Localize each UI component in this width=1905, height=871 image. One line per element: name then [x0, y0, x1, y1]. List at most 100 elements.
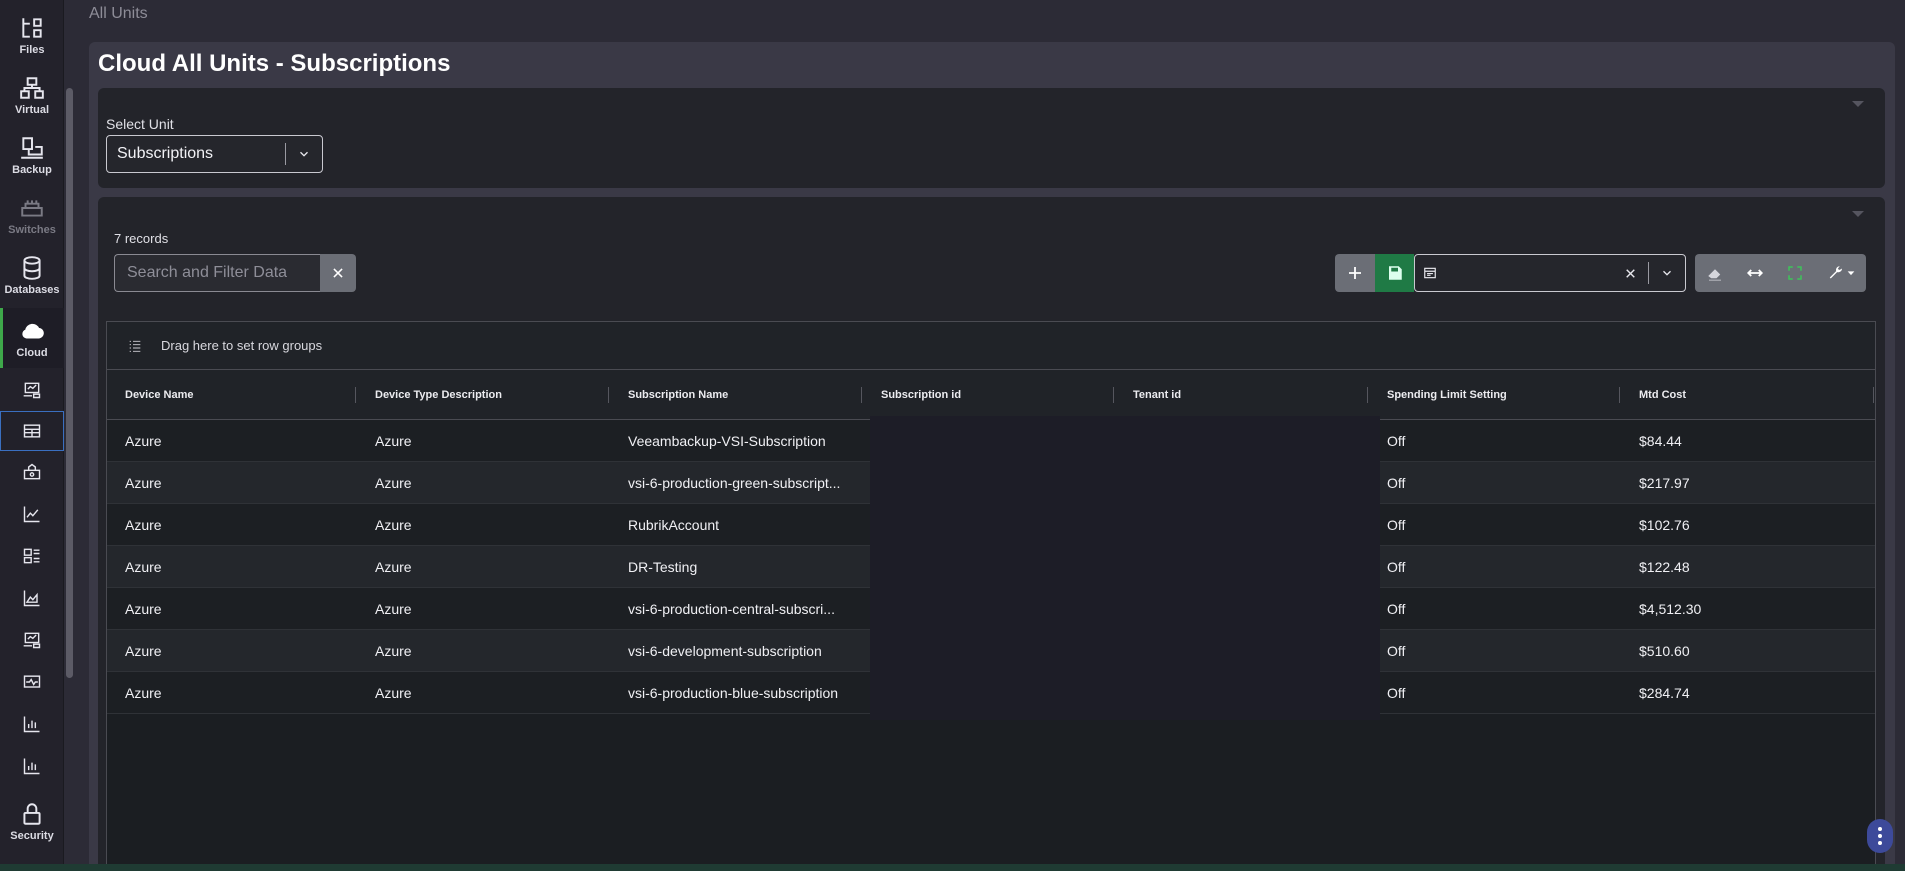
sidebar-subitem-cash[interactable]	[0, 452, 64, 492]
cell-device-type: Azure	[375, 559, 412, 575]
cell-mtd-cost: $84.44	[1639, 433, 1682, 449]
sidebar-subitem-dashboard[interactable]	[0, 536, 64, 576]
sidebar-subitem-table[interactable]	[0, 411, 64, 451]
wrench-icon	[1829, 266, 1842, 279]
clear-search-button[interactable]	[320, 254, 356, 292]
unit-selector-panel	[98, 88, 1885, 188]
column-resize-handle[interactable]	[1873, 387, 1874, 403]
clear-filters-button[interactable]	[1695, 254, 1735, 292]
close-icon	[333, 268, 343, 278]
sidebar: Files Virtual Backup Switches Databases …	[0, 0, 64, 871]
sidebar-subitem-line-chart[interactable]	[0, 494, 64, 534]
backup-icon	[21, 136, 43, 159]
sidebar-scrollbar[interactable]	[66, 88, 73, 678]
cell-device-name: Azure	[125, 643, 162, 659]
cell-subscription-name: vsi-6-production-central-subscri...	[628, 601, 835, 617]
sidebar-subitem-monitor-chart[interactable]	[0, 662, 64, 702]
cell-spending-limit: Off	[1387, 643, 1406, 659]
cell-device-type: Azure	[375, 517, 412, 533]
sidebar-item-switches[interactable]: Switches	[0, 190, 64, 240]
sidebar-item-security[interactable]: Security	[0, 796, 64, 846]
cell-subscription-name: Veeambackup-VSI-Subscription	[628, 433, 826, 449]
database-icon	[23, 255, 41, 280]
cell-spending-limit: Off	[1387, 601, 1406, 617]
cell-device-name: Azure	[125, 475, 162, 491]
more-options-button[interactable]	[1867, 819, 1893, 853]
cell-mtd-cost: $4,512.30	[1639, 601, 1702, 617]
dot-icon	[1878, 841, 1882, 845]
cell-spending-limit: Off	[1387, 685, 1406, 701]
cell-device-type: Azure	[375, 475, 412, 491]
sidebar-subitem-bar-chart-2[interactable]	[0, 746, 64, 786]
autosize-columns-button[interactable]	[1735, 254, 1775, 292]
sidebar-item-files[interactable]: Files	[0, 10, 64, 60]
column-header-spending-limit[interactable]: Spending Limit Setting	[1387, 370, 1507, 420]
page-title: Cloud All Units - Subscriptions	[98, 50, 451, 77]
sidebar-subitem-bar-chart[interactable]	[0, 704, 64, 744]
sidebar-item-databases[interactable]: Databases	[0, 250, 64, 300]
unit-select[interactable]: Subscriptions	[106, 135, 323, 173]
sidebar-item-label: Cloud	[16, 346, 48, 359]
column-header-device-name[interactable]: Device Name	[125, 370, 194, 420]
switch-icon	[21, 199, 43, 217]
cell-device-name: Azure	[125, 559, 162, 575]
column-header-subscription-id[interactable]: Subscription id	[881, 370, 961, 420]
sidebar-subitem-area-chart[interactable]	[0, 578, 64, 618]
sidebar-item-virtual[interactable]: Virtual	[0, 70, 64, 120]
saved-view-select[interactable]	[1414, 254, 1686, 292]
sidebar-item-label: Backup	[12, 163, 52, 176]
arrows-horizontal-icon	[1746, 269, 1764, 277]
cell-spending-limit: Off	[1387, 517, 1406, 533]
report-icon	[23, 632, 41, 649]
cell-subscription-name: DR-Testing	[628, 559, 698, 575]
search-input[interactable]: Search and Filter Data	[114, 254, 322, 292]
line-chart-icon	[23, 506, 40, 523]
cell-mtd-cost: $102.76	[1639, 517, 1690, 533]
column-resize-handle[interactable]	[1113, 387, 1114, 403]
chevron-down-icon[interactable]	[286, 147, 322, 161]
column-resize-handle[interactable]	[1367, 387, 1368, 403]
cell-mtd-cost: $510.60	[1639, 643, 1690, 659]
unit-select-value: Subscriptions	[117, 145, 214, 162]
report-icon	[23, 382, 41, 399]
dot-icon	[1878, 834, 1882, 838]
list-icon	[129, 340, 141, 352]
sidebar-subitem-report[interactable]	[0, 370, 64, 410]
column-header-mtd-cost[interactable]: Mtd Cost	[1639, 370, 1686, 420]
add-button[interactable]	[1335, 254, 1375, 292]
column-resize-handle[interactable]	[608, 387, 609, 403]
column-resize-handle[interactable]	[861, 387, 862, 403]
records-count: 7 records	[114, 231, 169, 246]
column-header-tenant-id[interactable]: Tenant id	[1133, 370, 1181, 420]
sidebar-item-cloud[interactable]: Cloud	[0, 308, 64, 368]
lock-icon	[23, 802, 41, 825]
column-resize-handle[interactable]	[355, 387, 356, 403]
chevron-down-icon[interactable]	[1649, 266, 1685, 280]
row-group-dropzone[interactable]: Drag here to set row groups	[107, 322, 1875, 370]
tools-menu-button[interactable]	[1815, 254, 1866, 292]
fullscreen-icon	[1788, 266, 1802, 280]
cell-subscription-name: vsi-6-development-subscription	[628, 643, 822, 659]
breadcrumb[interactable]: All Units	[89, 5, 148, 23]
fullscreen-button[interactable]	[1775, 254, 1815, 292]
network-icon	[20, 76, 44, 99]
cell-spending-limit: Off	[1387, 559, 1406, 575]
sidebar-item-backup[interactable]: Backup	[0, 130, 64, 180]
plus-icon	[1349, 267, 1361, 279]
save-button[interactable]	[1375, 254, 1414, 292]
sidebar-item-label: Virtual	[14, 103, 50, 116]
column-resize-handle[interactable]	[1619, 387, 1620, 403]
sidebar-subitem-report-2[interactable]	[0, 620, 64, 660]
close-icon[interactable]	[1612, 267, 1648, 280]
grid-header: Device Name Device Type Description Subs…	[107, 370, 1875, 420]
cell-spending-limit: Off	[1387, 433, 1406, 449]
column-header-device-type[interactable]: Device Type Description	[375, 370, 502, 420]
column-header-subscription-name[interactable]: Subscription Name	[628, 370, 728, 420]
collapse-chevron-icon[interactable]	[1852, 101, 1864, 107]
dashboard-icon	[23, 548, 40, 564]
cell-device-type: Azure	[375, 643, 412, 659]
collapse-chevron-icon[interactable]	[1852, 211, 1864, 217]
cell-device-type: Azure	[375, 685, 412, 701]
cloud-icon	[22, 323, 44, 338]
table-icon	[23, 424, 41, 438]
